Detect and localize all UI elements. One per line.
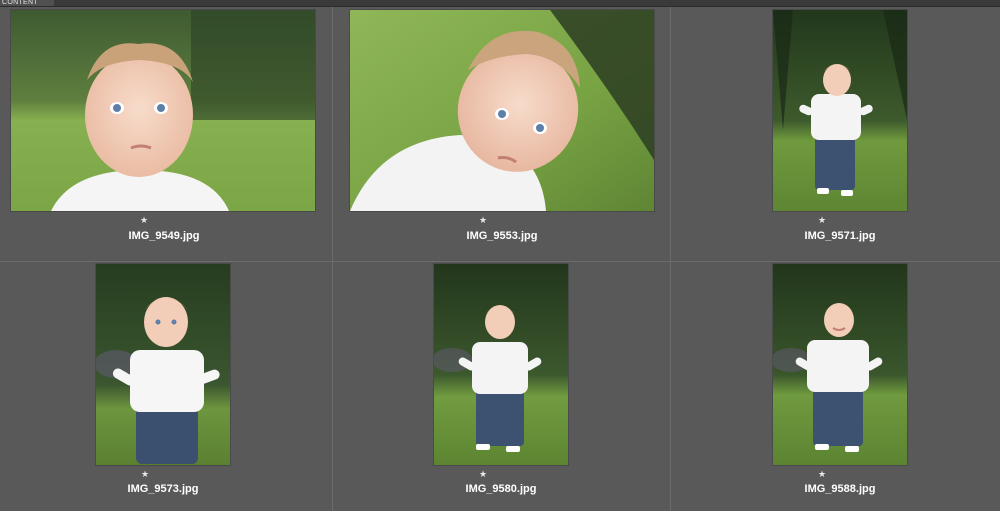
thumbnail-filename: IMG_9553.jpg xyxy=(466,230,538,242)
rating-star-icon[interactable]: ★ xyxy=(135,470,155,479)
rating-star-icon[interactable]: ★ xyxy=(473,470,493,479)
grid-divider xyxy=(670,7,671,511)
rating-star-icon[interactable]: ★ xyxy=(812,470,832,479)
thumbnail-filename: IMG_9549.jpg xyxy=(128,230,200,242)
grid-divider xyxy=(0,261,1000,262)
thumbnail-image[interactable] xyxy=(773,10,907,211)
panel-tab-content[interactable]: CONTENT xyxy=(0,0,54,6)
grid-divider xyxy=(332,7,333,511)
thumbnail-filename: IMG_9573.jpg xyxy=(127,483,199,495)
thumbnail-filename: IMG_9571.jpg xyxy=(804,230,876,242)
thumbnail-image[interactable] xyxy=(773,264,907,465)
thumbnail-image[interactable] xyxy=(434,264,568,465)
thumbnail-image[interactable] xyxy=(11,10,315,211)
thumbnail-filename: IMG_9580.jpg xyxy=(465,483,537,495)
rating-star-icon[interactable]: ★ xyxy=(134,216,154,225)
thumbnail-image[interactable] xyxy=(96,264,230,465)
rating-star-icon[interactable]: ★ xyxy=(812,216,832,225)
panel-header-bar: CONTENT xyxy=(0,0,1000,7)
rating-star-icon[interactable]: ★ xyxy=(473,216,493,225)
thumbnail-filename: IMG_9588.jpg xyxy=(804,483,876,495)
thumbnail-image[interactable] xyxy=(350,10,654,211)
